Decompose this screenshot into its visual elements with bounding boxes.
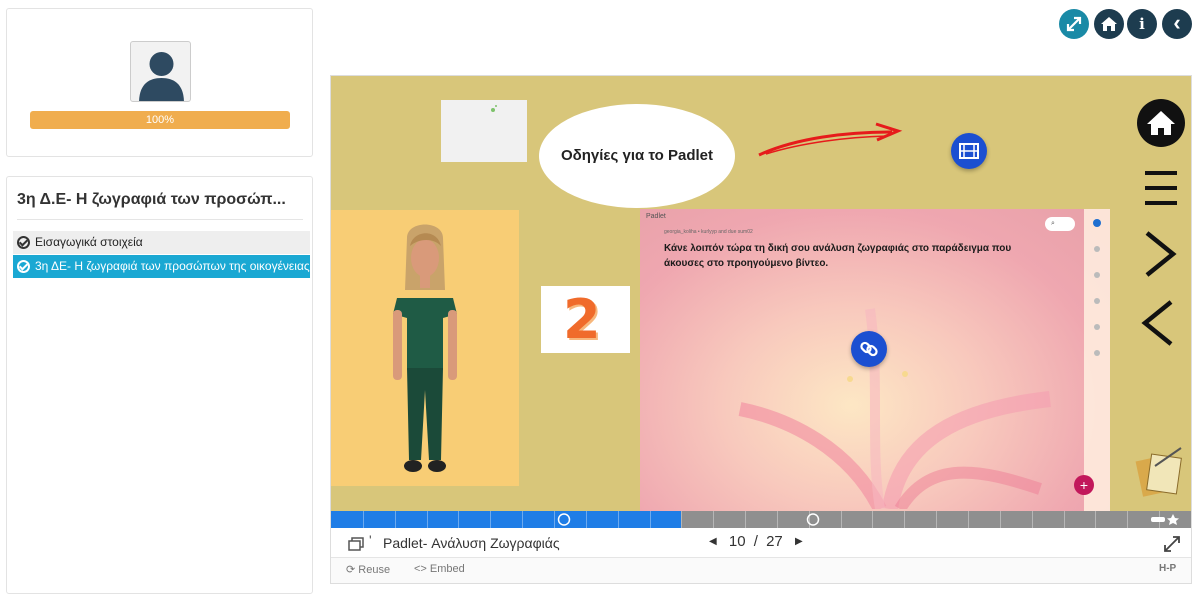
padlet-label: Padlet — [646, 213, 666, 220]
avatar-girl-illustration — [393, 224, 457, 472]
slide-tick[interactable] — [395, 511, 396, 528]
previous-slide-icon[interactable] — [1141, 300, 1173, 346]
back-button[interactable]: ‹ — [1162, 9, 1192, 39]
next-page-icon[interactable]: ▶ — [795, 536, 803, 547]
bubble-text: Οδηγίες για το Padlet — [560, 147, 714, 164]
slide-tick[interactable] — [936, 511, 937, 528]
profile-card: 100% — [6, 8, 313, 157]
title-separator-icon: ' — [369, 532, 372, 548]
sticky-note-image — [441, 100, 527, 162]
info-button[interactable]: i — [1127, 9, 1157, 39]
slide-tick[interactable] — [872, 511, 873, 528]
course-title: 3η Δ.Ε- Η ζωγραφιά των προσώπ... — [17, 191, 303, 220]
flower-petals-graphic — [738, 308, 1051, 509]
slide-tick[interactable] — [650, 511, 651, 528]
lesson-item[interactable]: Εισαγωγικά στοιχεία — [13, 231, 310, 254]
slide-tick[interactable] — [1095, 511, 1096, 528]
avatar — [130, 41, 191, 102]
lesson-label: 3η ΔΕ- Η ζωγραφιά των προσώπων της οικογ… — [35, 259, 310, 273]
check-circle-icon — [17, 260, 30, 273]
fullscreen-button[interactable] — [1059, 9, 1089, 39]
note-decoration — [491, 105, 497, 112]
padlet-sidebar — [1084, 209, 1110, 511]
total-slides: 27 — [766, 533, 783, 550]
home-nav-icon[interactable] — [1137, 99, 1185, 147]
slide-tick[interactable] — [363, 511, 364, 528]
slide-tick[interactable] — [586, 511, 587, 528]
presentation-footer: ' Padlet- Ανάλυση Ζωγραφιάς ◀ 10 / 27 ▶ — [331, 528, 1191, 558]
slide-separator: / — [753, 533, 758, 550]
progress-bar: 100% — [30, 111, 290, 129]
slide-stage: Οδηγίες για το Padlet 2 Padlet georgia_k… — [331, 76, 1191, 511]
check-circle-icon — [17, 236, 30, 249]
slide-bar-markers — [557, 513, 1179, 526]
home-button[interactable] — [1094, 9, 1124, 39]
course-card: 3η Δ.Ε- Η ζωγραφιά των προσώπ... Εισαγωγ… — [6, 176, 313, 594]
embed-icon: <> — [414, 563, 427, 575]
slide-tick[interactable] — [1127, 511, 1128, 528]
number-card: 2 — [541, 286, 630, 353]
slide-tick[interactable] — [522, 511, 523, 528]
slide-tick[interactable] — [904, 511, 905, 528]
padlet-sidebar-icons — [1093, 219, 1101, 356]
back-icon: ‹ — [1173, 10, 1181, 35]
slide-progress-bar[interactable] — [331, 511, 1191, 528]
red-arrow-icon — [758, 122, 903, 157]
padlet-subtitle: georgia_koliha • kurlyyp and due sum02 — [664, 229, 753, 235]
character-image — [331, 210, 519, 486]
current-slide: 10 — [728, 533, 746, 550]
reuse-icon: ⟳ — [346, 564, 356, 576]
progress-label: 100% — [145, 114, 175, 126]
previous-page-icon[interactable]: ◀ — [709, 536, 717, 547]
padlet-search-icon: ⌕ — [1045, 217, 1075, 231]
slide-tick[interactable] — [745, 511, 746, 528]
home-icon — [1101, 17, 1117, 31]
lesson-item-active[interactable]: 3η ΔΕ- Η ζωγραφιά των προσώπων της οικογ… — [13, 255, 310, 278]
reuse-link[interactable]: ⟳ Reuse — [346, 563, 390, 576]
user-silhouette-icon — [139, 52, 184, 101]
lesson-label: Εισαγωγικά στοιχεία — [35, 235, 143, 249]
video-hotspot-button[interactable] — [951, 133, 987, 169]
slide-tick[interactable] — [427, 511, 428, 528]
slide-tick[interactable] — [458, 511, 459, 528]
h5p-course-presentation: Οδηγίες για το Padlet 2 Padlet georgia_k… — [330, 75, 1192, 584]
slide-tick[interactable] — [490, 511, 491, 528]
slide-pager: ◀ 10 / 27 ▶ — [709, 533, 803, 550]
embed-label: Embed — [429, 563, 465, 575]
slide-title: Padlet- Ανάλυση Ζωγραφιάς — [383, 535, 560, 551]
h5p-actions-bar: ⟳ Reuse <> Embed H-P — [331, 558, 1191, 583]
menu-icon[interactable] — [1145, 171, 1177, 205]
film-icon — [959, 143, 979, 159]
info-icon: i — [1139, 15, 1145, 33]
slide-list-icon[interactable] — [348, 537, 364, 551]
padlet-instructions: Κάνε λοιπόν τώρα τη δική σου ανάλυση ζωγ… — [664, 243, 1012, 269]
next-slide-icon[interactable] — [1145, 231, 1177, 277]
embed-link[interactable]: <> Embed — [414, 563, 465, 575]
slide-tick[interactable] — [1159, 511, 1160, 528]
h5p-logo[interactable]: H-P — [1159, 563, 1176, 574]
slide-tick[interactable] — [777, 511, 778, 528]
link-hotspot-button[interactable] — [851, 331, 887, 367]
slide-tick[interactable] — [1000, 511, 1001, 528]
slide-tick[interactable] — [841, 511, 842, 528]
slide-tick[interactable] — [681, 511, 682, 528]
nav-icon-strip — [1135, 99, 1185, 497]
expand-icon — [1066, 16, 1082, 32]
speech-bubble: Οδηγίες για το Padlet — [539, 104, 735, 208]
slide-tick[interactable] — [554, 511, 555, 528]
slide-navigation-icons — [1127, 76, 1191, 511]
notebook-icon[interactable] — [1135, 447, 1182, 497]
slide-tick[interactable] — [618, 511, 619, 528]
padlet-add-icon: + — [1074, 475, 1094, 495]
number-two-graphic: 2 — [563, 288, 601, 351]
slide-tick[interactable] — [809, 511, 810, 528]
reuse-label: Reuse — [358, 564, 391, 576]
fullscreen-slide-icon[interactable] — [1163, 535, 1181, 553]
slide-tick[interactable] — [713, 511, 714, 528]
link-icon — [860, 341, 878, 357]
slide-tick[interactable] — [1064, 511, 1065, 528]
slide-tick[interactable] — [1032, 511, 1033, 528]
slide-tick[interactable] — [968, 511, 969, 528]
